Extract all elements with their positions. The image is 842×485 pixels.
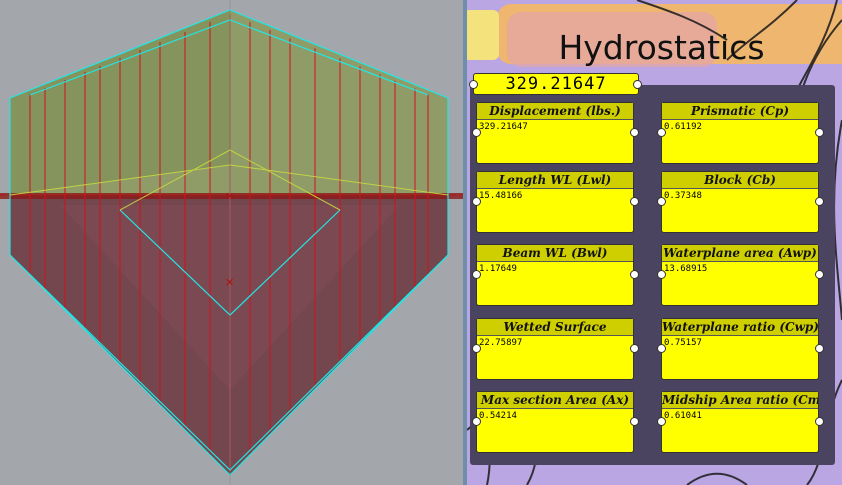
panel-value: 13.68915 <box>664 264 708 274</box>
panel-prismatic-cp[interactable]: Prismatic (Cp) 0.61192 <box>661 102 819 164</box>
value-node-input-port[interactable] <box>469 80 478 89</box>
panel-input-port[interactable] <box>657 128 666 137</box>
panel-label: Length WL (Lwl) <box>477 172 633 189</box>
hull-render: ✕ ✕ <box>0 0 463 485</box>
panel-max-section-area-ax[interactable]: Max section Area (Ax) 0.54214 <box>476 391 634 453</box>
value-node-output-port[interactable] <box>633 80 642 89</box>
panel-output-port[interactable] <box>630 270 639 279</box>
panel-output-port[interactable] <box>815 344 824 353</box>
panel-displacement-lbs[interactable]: Displacement (lbs.) 329.21647 <box>476 102 634 164</box>
center-marker-bottom: ✕ <box>225 276 234 289</box>
panel-output-port[interactable] <box>815 417 824 426</box>
panel-label: Max section Area (Ax) <box>477 392 633 409</box>
panel-value: 0.61041 <box>664 411 702 421</box>
panel-output-port[interactable] <box>630 417 639 426</box>
panel-output-port[interactable] <box>630 128 639 137</box>
panel-waterplane-area-awp[interactable]: Waterplane area (Awp) 13.68915 <box>661 244 819 306</box>
panel-wetted-surface[interactable]: Wetted Surface 22.75897 <box>476 318 634 380</box>
grasshopper-canvas[interactable]: Hydrostatics 329.21647 Displacement (lbs… <box>467 0 842 485</box>
panel-label: Midship Area ratio (Cmc) <box>662 392 818 409</box>
panel-label: Waterplane area (Awp) <box>662 245 818 262</box>
panel-value: 15.48166 <box>479 191 523 201</box>
panel-label: Beam WL (Bwl) <box>477 245 633 262</box>
panel-midship-area-ratio-cmc[interactable]: Midship Area ratio (Cmc) 0.61041 <box>661 391 819 453</box>
displacement-value-node[interactable]: 329.21647 <box>473 73 639 95</box>
center-marker-top: ✕ <box>225 190 234 203</box>
panel-output-port[interactable] <box>630 344 639 353</box>
panel-output-port[interactable] <box>815 270 824 279</box>
panel-input-port[interactable] <box>657 270 666 279</box>
panel-label: Block (Cb) <box>662 172 818 189</box>
panel-value: 0.54214 <box>479 411 517 421</box>
panel-waterplane-ratio-cwp[interactable]: Waterplane ratio (Cwp) 0.75157 <box>661 318 819 380</box>
panel-input-port[interactable] <box>472 417 481 426</box>
panel-input-port[interactable] <box>657 344 666 353</box>
panel-input-port[interactable] <box>472 344 481 353</box>
group-title: Hydrostatics <box>558 28 765 67</box>
panel-label: Displacement (lbs.) <box>477 103 633 120</box>
panel-input-port[interactable] <box>472 270 481 279</box>
panel-input-port[interactable] <box>657 197 666 206</box>
panel-value: 22.75897 <box>479 338 523 348</box>
panel-value: 1.17649 <box>479 264 517 274</box>
panel-input-port[interactable] <box>472 128 481 137</box>
panel-label: Prismatic (Cp) <box>662 103 818 120</box>
panel-value: 0.75157 <box>664 338 702 348</box>
panel-value: 329.21647 <box>479 122 528 132</box>
panel-value: 0.37348 <box>664 191 702 201</box>
panel-value: 0.61192 <box>664 122 702 132</box>
panel-output-port[interactable] <box>815 128 824 137</box>
panel-input-port[interactable] <box>472 197 481 206</box>
rhino-viewport[interactable]: ✕ ✕ <box>0 0 463 485</box>
panel-output-port[interactable] <box>630 197 639 206</box>
panel-input-port[interactable] <box>657 417 666 426</box>
panel-label: Waterplane ratio (Cwp) <box>662 319 818 336</box>
panel-label: Wetted Surface <box>477 319 633 336</box>
panel-output-port[interactable] <box>815 197 824 206</box>
panel-beam-wl-bwl[interactable]: Beam WL (Bwl) 1.17649 <box>476 244 634 306</box>
panel-length-wl-lwl[interactable]: Length WL (Lwl) 15.48166 <box>476 171 634 233</box>
panel-block-cb[interactable]: Block (Cb) 0.37348 <box>661 171 819 233</box>
